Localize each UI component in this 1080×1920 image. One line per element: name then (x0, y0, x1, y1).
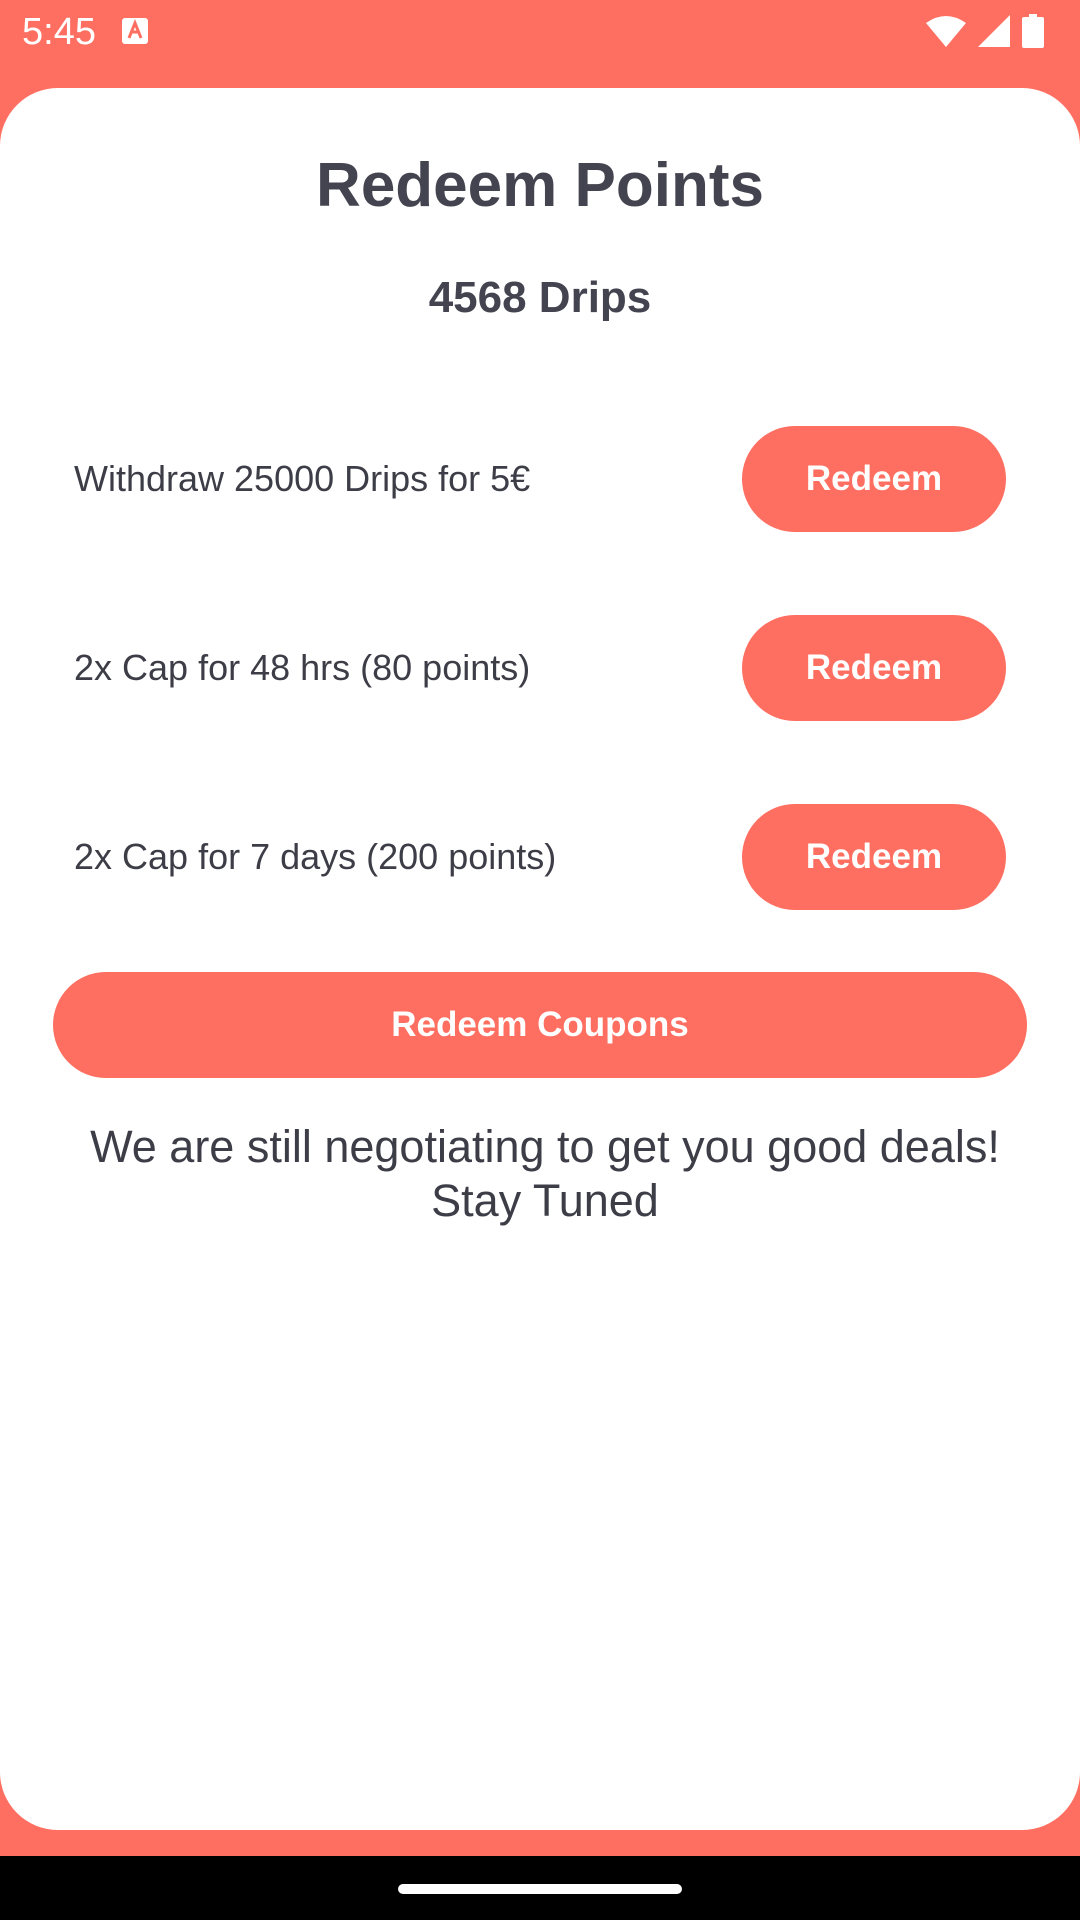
redeem-coupons-button[interactable]: Redeem Coupons (53, 972, 1027, 1078)
wifi-icon (926, 16, 966, 47)
signal-icon (978, 15, 1010, 47)
reward-row-cap-7d: 2x Cap for 7 days (200 points) Redeem (0, 804, 1080, 910)
battery-icon (1022, 14, 1044, 48)
status-time: 5:45 (22, 11, 96, 53)
notice-text: We are still negotiating to get you good… (40, 1120, 1050, 1228)
points-balance: 4568 Drips (428, 273, 652, 322)
reward-row-withdraw: Withdraw 25000 Drips for 5€ Redeem (0, 426, 1080, 532)
status-bar: 5:45 (0, 0, 1080, 88)
redeem-cap-48h-button[interactable]: Redeem (742, 615, 1006, 721)
a-icon (122, 18, 148, 44)
home-gesture-handle[interactable] (398, 1884, 682, 1894)
notice-line-2: Stay Tuned (431, 1175, 659, 1226)
status-icons (926, 14, 1044, 48)
redeem-cap-7d-button[interactable]: Redeem (742, 804, 1006, 910)
navigation-bar (0, 1856, 1080, 1920)
reward-label: 2x Cap for 48 hrs (80 points) (74, 647, 531, 688)
reward-label: 2x Cap for 7 days (200 points) (74, 836, 557, 877)
reward-row-cap-48h: 2x Cap for 48 hrs (80 points) Redeem (0, 615, 1080, 721)
redeem-withdraw-button[interactable]: Redeem (742, 426, 1006, 532)
reward-label: Withdraw 25000 Drips for 5€ (74, 458, 531, 499)
redeem-card (0, 88, 1080, 1830)
page-title: Redeem Points (316, 151, 764, 220)
notice-line-1: We are still negotiating to get you good… (90, 1121, 1000, 1172)
